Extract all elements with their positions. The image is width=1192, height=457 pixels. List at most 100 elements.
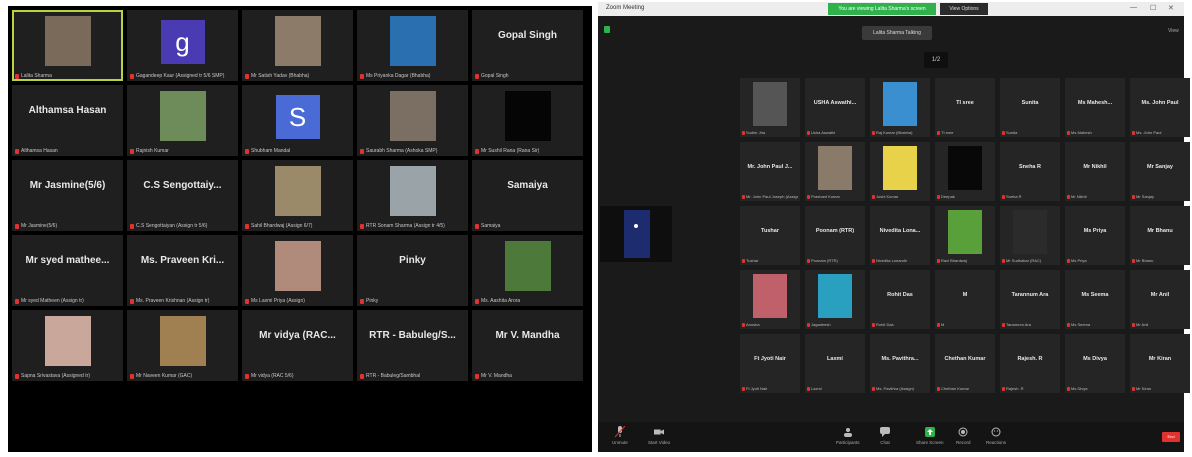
participant-tile[interactable]: Lalita Sharma [12,10,123,81]
participant-tile[interactable]: Mr Sanjay Mr Sanjay [1130,142,1190,201]
reactions-button[interactable]: Reactions [986,426,1006,445]
participant-name-label: Anusha [742,322,798,327]
participant-tile[interactable]: Ms Laxmi Priya (Assign) [242,235,353,306]
chat-button[interactable]: Chat [880,426,890,445]
participant-tile[interactable]: Sahil Bhardwaj (Assign 6/7) [242,160,353,231]
participant-tile[interactable]: Mr Jasmine(5/6) Mr Jasmine(5/6) [12,160,123,231]
participant-name: Sneha R [1006,194,1022,199]
unmute-button[interactable]: Unmute [612,426,628,445]
maximize-icon[interactable]: ☐ [1150,4,1156,12]
participant-tile[interactable]: Nivedita Lona... Nivedita Lonandh [870,206,930,265]
participant-name: Saurabh Sharma (Ashoka SMP) [366,148,438,154]
participant-tile[interactable]: Deepak [935,142,995,201]
participant-tile[interactable]: USHA Aswathi... Usha Aswathi [805,78,865,137]
muted-mic-icon [130,73,134,79]
participant-name-label: M [937,322,993,327]
shared-screen-thumbnail[interactable] [600,206,672,262]
participant-display-name: RTR - Babuleg/S... [369,330,456,341]
participant-name-label: Laxmi [807,386,863,391]
participant-tile[interactable]: Mr Kiran Mr Kiran [1130,334,1190,393]
participant-tile[interactable]: S Shubham Mandal [242,85,353,156]
participant-tile[interactable]: Sapna Srivastava (Assigned tr) [12,310,123,381]
muted-mic-icon [475,148,479,154]
participant-tile[interactable]: Ms Divya Ms Divya [1065,334,1125,393]
participant-tile[interactable]: Mr V. Mandha Mr V. Mandha [472,310,583,381]
participant-video [274,166,321,216]
participant-name: Mr Nikhil [1071,194,1087,199]
page-up-button[interactable]: 1/2 [924,52,948,68]
participant-name: Althamsa Hasan [21,148,58,154]
participant-tile[interactable]: Gopal Singh Gopal Singh [472,10,583,81]
participant-tile[interactable]: Anusha [740,270,800,329]
participant-display-name: Pinky [399,255,426,266]
participant-tile[interactable]: Ms Priya Ms Priya [1065,206,1125,265]
participant-tile[interactable]: Mr Sushil Rana (Rana Sir) [472,85,583,156]
participant-tile[interactable]: Joshi Kumar [870,142,930,201]
close-icon[interactable]: ✕ [1168,4,1174,12]
view-options-button[interactable]: View Options [940,3,988,15]
participant-tile[interactable]: Sudhir Jha [740,78,800,137]
participant-tile[interactable]: Mr vidya (RAC... Mr vidya (RAC 5/6) [242,310,353,381]
participant-tile[interactable]: Saurabh Sharma (Ashoka SMP) [357,85,468,156]
participant-tile[interactable]: Rajesh. R Rajesh. R [1000,334,1060,393]
participant-tile[interactable]: Sunita Sunita [1000,78,1060,137]
participant-tile[interactable]: Chethan Kumar Chethan Kumar [935,334,995,393]
participant-tile[interactable]: C.S Sengottaiy... C.S Sengottaiyan (Assig… [127,160,238,231]
participant-tile[interactable]: TI sree TI sree [935,78,995,137]
participant-tile[interactable]: Laxmi Laxmi [805,334,865,393]
share-screen-button[interactable]: Share Screen [916,426,944,445]
participant-name-label: Ms Priya [1067,258,1123,263]
view-button[interactable]: View [1168,28,1179,34]
participant-tile[interactable]: Sneha R Sneha R [1000,142,1060,201]
participant-tile[interactable]: Prashant Kumar [805,142,865,201]
participant-tile[interactable]: Mr Bhanu Mr Bhanu [1130,206,1190,265]
participant-tile[interactable]: Rajnish Kumar [127,85,238,156]
participant-tile[interactable]: Pinky Pinky [357,235,468,306]
participant-name: RTR Sonam Sharma (Assign tr 4/5) [366,223,445,229]
participant-tile[interactable]: RTR - Babuleg/S... RTR - Babuleg/Sambhal [357,310,468,381]
participant-tile[interactable]: RTR Sonam Sharma (Assign tr 4/5) [357,160,468,231]
participant-display-name: Chethan Kumar [944,356,986,362]
participant-tile[interactable]: Tarannum Ara Tarannum Ara [1000,270,1060,329]
participant-tile[interactable]: Samaiya Samaiya [472,160,583,231]
record-button[interactable]: Record [956,426,971,445]
participant-tile[interactable]: Mr Satish Yadav (Bhabha) [242,10,353,81]
participant-tile[interactable]: Jagadeesh [805,270,865,329]
participant-tile[interactable]: Ms Mahesh... Ms Mahesh [1065,78,1125,137]
minimize-icon[interactable]: — [1130,4,1137,11]
participant-tile[interactable]: Ms Seema Ms Seema [1065,270,1125,329]
participant-tile[interactable]: Mr Naveen Kumar (GAC) [127,310,238,381]
start-video-button[interactable]: Start Video [648,426,670,445]
end-meeting-button[interactable]: End [1162,432,1180,442]
security-shield-icon[interactable] [604,26,610,33]
participant-tile[interactable]: Mr Sudhakar (RAC) [1000,206,1060,265]
participant-tile[interactable]: Ms. John Paul Ms. John Paul [1130,78,1190,137]
participant-video [818,146,852,190]
participant-name: Ravi Bhardwaj [941,258,967,263]
participant-tile[interactable]: Mr Nikhil Mr Nikhil [1065,142,1125,201]
participant-tile[interactable]: Ms. Aashita Arora [472,235,583,306]
participant-tile[interactable]: Ms. Praveen Kri... Ms. Praveen Krishnan (… [127,235,238,306]
muted-mic-icon [742,130,745,135]
participant-tile[interactable]: Ravi Bhardwaj [935,206,995,265]
participant-tile[interactable]: Ms. Pavithra... Ms. Pavithra (Assign) [870,334,930,393]
participant-tile[interactable]: Poonam (RTR) Poonam (RTR) [805,206,865,265]
participant-name: Ms Mahesh [1071,130,1092,135]
participant-tile[interactable]: Raj Kumar (Bhabha) [870,78,930,137]
participant-tile[interactable]: Ms Priyanka Dagar (Bhabha) [357,10,468,81]
participant-tile[interactable]: Mr Anil Mr Anil [1130,270,1190,329]
participant-name-label: Ms Divya [1067,386,1123,391]
participant-tile[interactable]: Rohit Das Rohit Das [870,270,930,329]
muted-mic-icon [872,130,875,135]
participant-tile[interactable]: Mr syed mathee... Mr syed Matheen (Assign… [12,235,123,306]
participants-button[interactable]: Participants [836,426,860,445]
participant-tile[interactable]: Althamsa Hasan Althamsa Hasan [12,85,123,156]
reactions-label: Reactions [986,440,1007,445]
participant-tile[interactable]: g Gagandeep Kaur (Assigned tr 5/6 SMP) [127,10,238,81]
screen-share-notice[interactable]: You are viewing Lalita Sharma's screen [828,3,936,15]
participant-tile[interactable]: MM [935,270,995,329]
participant-tile[interactable]: Mr. John Paul J... Mr. John Paul Joseph (… [740,142,800,201]
participant-name: Ms Priyanka Dagar (Bhabha) [366,73,431,79]
participant-tile[interactable]: Tushar Tushar [740,206,800,265]
participant-tile[interactable]: Ft Jyoti Nair Ft Jyoti Nair [740,334,800,393]
